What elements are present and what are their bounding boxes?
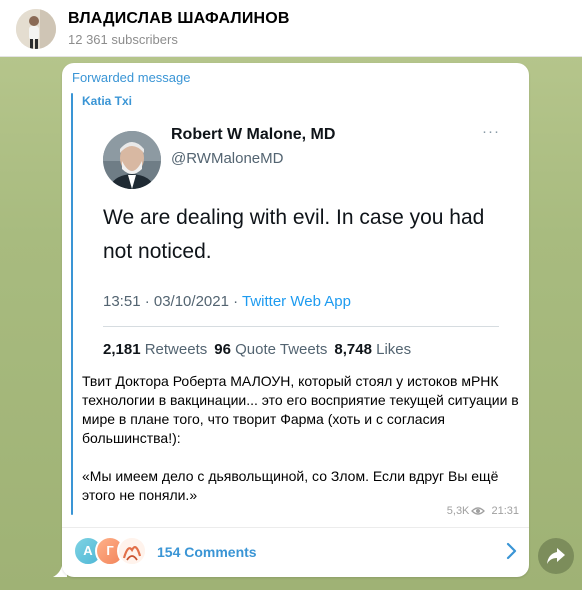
share-button[interactable] (538, 538, 574, 574)
tweet-text: We are dealing with evil. In case you ha… (103, 206, 485, 263)
tweet-stats: 2,181 Retweets 96 Quote Tweets 8,748 Likes (103, 341, 411, 358)
quote-bar (71, 93, 73, 515)
tweet-timestamp: 13:51 · 03/10/2021 · (103, 293, 242, 310)
caption-paragraph-1: Твит Доктора Роберта МАЛОУН, который сто… (82, 373, 519, 446)
eye-icon (471, 507, 486, 515)
message-time: 21:31 (491, 505, 519, 517)
tweet-meta: 13:51 · 03/10/2021 · Twitter Web App (103, 293, 351, 310)
comments-count[interactable]: 154 Comments (157, 544, 257, 560)
subscriber-count: 12 361 subscribers (68, 32, 178, 47)
channel-avatar[interactable] (16, 9, 56, 49)
view-count: 5,3K (446, 505, 470, 517)
likes-label: Likes (376, 341, 412, 358)
commenter-avatar (117, 536, 147, 566)
message-footer: 5,3K 21:31 (447, 505, 519, 517)
tweet-divider (103, 326, 499, 327)
retweets-count: 2,181 (103, 341, 141, 358)
tweet-source-app: Twitter Web App (242, 293, 351, 310)
forwarded-from-author[interactable]: Katia Txi (82, 94, 132, 108)
likes-count: 8,748 (334, 341, 372, 358)
message-bubble: Forwarded message Katia Txi Robert W Mal… (62, 63, 529, 577)
quote-tweets-label: Quote Tweets (235, 341, 328, 358)
retweets-label: Retweets (144, 341, 208, 358)
comments-row[interactable]: A Г 154 Comments (62, 528, 529, 577)
channel-title[interactable]: ВЛАДИСЛАВ ШАФАЛИНОВ (68, 10, 290, 28)
share-icon (547, 548, 565, 564)
tweet-author-handle: @RWMaloneMD (171, 150, 284, 167)
quote-tweets-count: 96 (214, 341, 231, 358)
caption-paragraph-2: «Мы имеем дело с дьявольщиной, со Злом. … (82, 468, 499, 503)
channel-header[interactable]: ВЛАДИСЛАВ ШАФАЛИНОВ 12 361 subscribers (0, 0, 582, 57)
forwarded-label: Forwarded message (72, 70, 191, 85)
tweet-author-name: Robert W Malone, MD (171, 126, 336, 143)
chevron-right-icon[interactable] (505, 542, 517, 560)
tweet-author-avatar (103, 131, 161, 189)
more-icon: ··· (482, 123, 500, 140)
tweet-screenshot[interactable]: Robert W Malone, MD @RWMaloneMD ··· We a… (80, 113, 520, 368)
message-text: Твит Доктора Роберта МАЛОУН, который сто… (82, 372, 522, 505)
